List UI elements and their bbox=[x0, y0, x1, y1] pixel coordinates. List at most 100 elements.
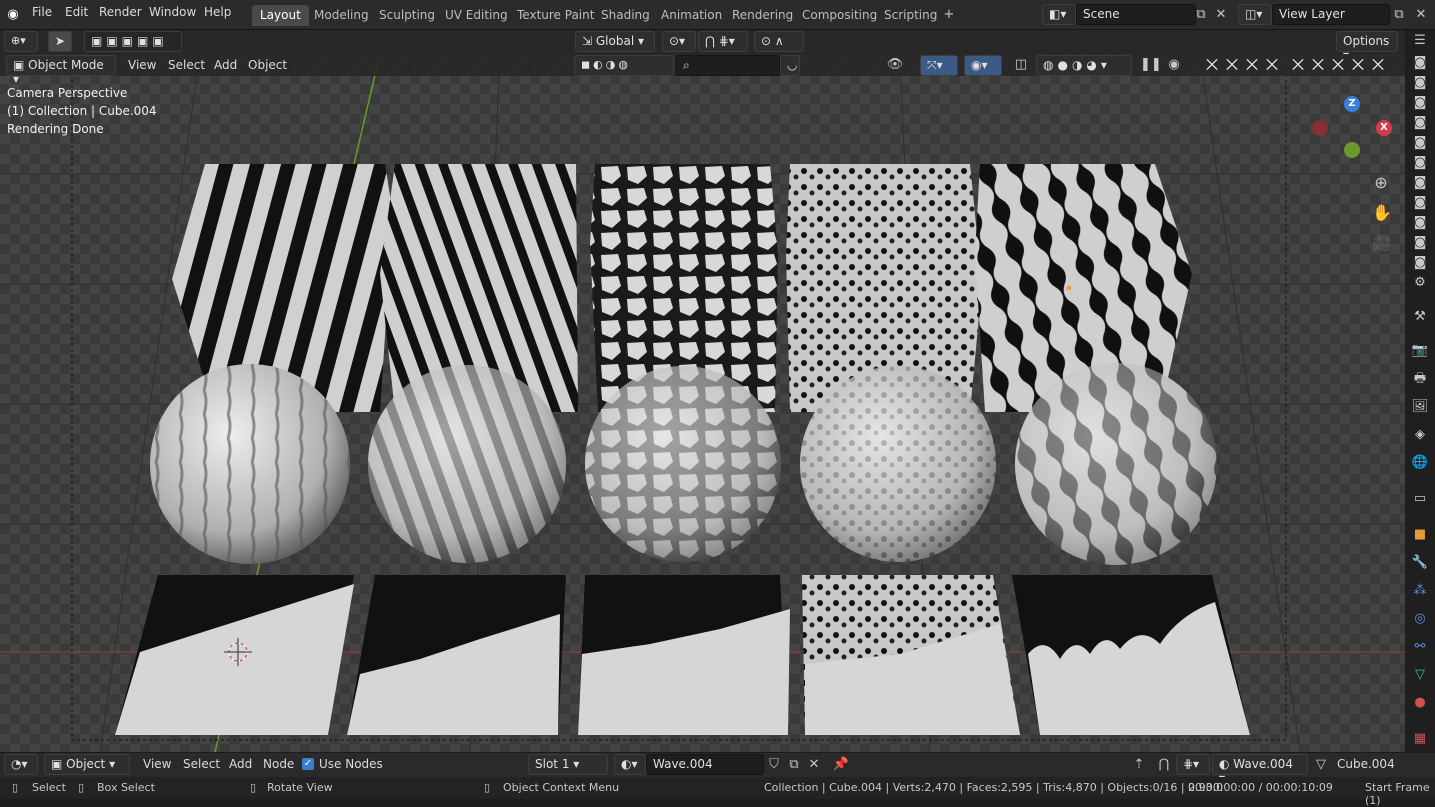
camera-restrict-icon[interactable]: ◙ bbox=[1411, 194, 1429, 212]
shading-mode-icons[interactable]: ◍●◑◕▾ bbox=[1036, 55, 1132, 76]
add-workspace-icon[interactable]: + bbox=[940, 6, 958, 24]
select-tool-icon[interactable]: ➤ bbox=[48, 31, 72, 52]
view-layer-field[interactable]: View Layer bbox=[1272, 4, 1390, 25]
modifier-properties-icon[interactable]: 🔧 bbox=[1411, 554, 1429, 572]
pause-render-icon[interactable]: ❚❚ bbox=[1140, 56, 1162, 74]
overlay-toggle-icon[interactable]: ◉▾ bbox=[964, 55, 1002, 76]
menu-edit[interactable]: Edit bbox=[65, 5, 88, 19]
pivot-point-icon[interactable]: ⊙▾ bbox=[662, 31, 696, 52]
tab-scripting[interactable]: Scripting bbox=[876, 5, 945, 26]
gizmo-neg-x-axis[interactable] bbox=[1312, 120, 1328, 136]
node-menu-add[interactable]: Add bbox=[229, 757, 252, 771]
scene-properties-icon[interactable]: ◈ bbox=[1411, 426, 1429, 444]
options-dropdown[interactable]: Options ▾ bbox=[1336, 31, 1398, 62]
particles-properties-icon[interactable]: ⁂ bbox=[1411, 582, 1429, 600]
restrict-view-icon[interactable]: ◉ bbox=[1165, 56, 1183, 74]
restrict-toggle-icon[interactable]: ⨉ bbox=[1312, 56, 1324, 74]
gizmo-z-axis[interactable]: Z bbox=[1344, 96, 1360, 112]
menu-help[interactable]: Help bbox=[204, 5, 231, 19]
scene-browse-icon[interactable]: ◧▾ bbox=[1042, 4, 1076, 25]
constraints-properties-icon[interactable]: ⚯ bbox=[1411, 638, 1429, 656]
restrict-toggle-icon[interactable]: ⨉ bbox=[1372, 56, 1384, 74]
tab-compositing[interactable]: Compositing bbox=[794, 5, 885, 26]
tab-shading[interactable]: Shading bbox=[593, 5, 658, 26]
viewport-search-input[interactable]: ⌕ bbox=[676, 55, 780, 76]
tab-animation[interactable]: Animation bbox=[653, 5, 730, 26]
view-layer-properties-icon[interactable]: 🖼 bbox=[1411, 398, 1429, 416]
output-properties-icon[interactable]: 🖶 bbox=[1411, 370, 1429, 388]
tab-sculpting[interactable]: Sculpting bbox=[371, 5, 443, 26]
tab-uv-editing[interactable]: UV Editing bbox=[437, 5, 516, 26]
texture-properties-icon[interactable]: ▦ bbox=[1411, 730, 1429, 748]
restrict-toggle-icon[interactable]: ⨉ bbox=[1332, 56, 1344, 74]
outliner-icon[interactable]: ☰ bbox=[1411, 32, 1429, 50]
viewport-menu-add[interactable]: Add bbox=[214, 58, 237, 72]
snap-target-icon[interactable]: ⋕▾ bbox=[1176, 754, 1210, 775]
camera-restrict-icon[interactable]: ◙ bbox=[1411, 54, 1429, 72]
gizmo-x-axis[interactable]: X bbox=[1376, 120, 1392, 136]
blender-logo-icon[interactable]: ◉ bbox=[4, 6, 22, 24]
camera-view-icon[interactable]: 🎥 bbox=[1372, 234, 1392, 252]
viewport-menu-object[interactable]: Object bbox=[248, 58, 287, 72]
tab-rendering[interactable]: Rendering bbox=[724, 5, 801, 26]
visibility-icon[interactable]: 👁 bbox=[886, 56, 904, 74]
camera-restrict-icon[interactable]: ◙ bbox=[1411, 74, 1429, 92]
object-properties-icon[interactable]: ■ bbox=[1411, 526, 1429, 544]
use-nodes-checkbox[interactable]: ✓ bbox=[302, 758, 314, 770]
restrict-toggle-icon[interactable]: ⨉ bbox=[1206, 56, 1218, 74]
xray-icon[interactable]: ◫ bbox=[1012, 56, 1030, 74]
new-scene-icon[interactable]: ⧉ bbox=[1192, 6, 1210, 24]
render-properties-icon[interactable]: 📷 bbox=[1411, 342, 1429, 360]
mode-select[interactable]: ▣ Object Mode ▾ bbox=[6, 55, 116, 86]
delete-view-layer-icon[interactable]: ✕ bbox=[1412, 6, 1430, 24]
menu-window[interactable]: Window bbox=[149, 5, 196, 19]
view-layer-browse-icon[interactable]: ◫▾ bbox=[1238, 4, 1272, 25]
unlink-material-icon[interactable]: ✕ bbox=[805, 756, 823, 774]
transform-orientation-select[interactable]: ⇲ Global ▾ bbox=[575, 31, 655, 52]
gizmo-y-axis[interactable] bbox=[1344, 142, 1360, 158]
collection-properties-icon[interactable]: ▭ bbox=[1411, 490, 1429, 508]
new-view-layer-icon[interactable]: ⧉ bbox=[1390, 6, 1408, 24]
viewport-search-options-icon[interactable]: ◡ bbox=[780, 55, 800, 76]
delete-scene-icon[interactable]: ✕ bbox=[1212, 6, 1230, 24]
camera-restrict-icon[interactable]: ◙ bbox=[1411, 154, 1429, 172]
restrict-toggle-icon[interactable]: ⨉ bbox=[1352, 56, 1364, 74]
tool-properties-icon[interactable]: ⚒ bbox=[1411, 308, 1429, 326]
material-name-field[interactable]: Wave.004 bbox=[646, 754, 764, 775]
node-editor-type-icon[interactable]: ◔▾ bbox=[4, 754, 38, 775]
gizmo-toggle-icon[interactable]: ⤧▾ bbox=[920, 55, 958, 76]
node-menu-select[interactable]: Select bbox=[183, 757, 220, 771]
camera-restrict-icon[interactable]: ◙ bbox=[1411, 134, 1429, 152]
menu-render[interactable]: Render bbox=[99, 5, 142, 19]
duplicate-material-icon[interactable]: ⧉ bbox=[785, 756, 803, 774]
camera-restrict-icon[interactable]: ◙ bbox=[1411, 254, 1429, 272]
restrict-toggle-icon[interactable]: ⨉ bbox=[1226, 56, 1238, 74]
pin-icon[interactable]: 📌 bbox=[832, 756, 850, 774]
world-properties-icon[interactable]: 🌐 bbox=[1411, 454, 1429, 472]
restrict-toggle-icon[interactable]: ⨉ bbox=[1292, 56, 1304, 74]
tab-layout[interactable]: Layout bbox=[252, 5, 309, 26]
zoom-icon[interactable]: ⊕ bbox=[1372, 174, 1390, 192]
tab-texture-paint[interactable]: Texture Paint bbox=[509, 5, 602, 26]
3d-viewport[interactable]: ▣ Object Mode ▾ View Select Add Object ◼… bbox=[0, 54, 1405, 752]
world-material-select[interactable]: ◐ Wave.004 ▾ bbox=[1212, 754, 1308, 785]
camera-restrict-icon[interactable]: ◙ bbox=[1411, 234, 1429, 252]
node-menu-view[interactable]: View bbox=[143, 757, 171, 771]
filter-icons[interactable]: ◼◐◑◍ bbox=[574, 55, 674, 76]
tab-modeling[interactable]: Modeling bbox=[306, 5, 377, 26]
proportional-edit-icon[interactable]: ⊙ ∧ bbox=[754, 31, 804, 52]
camera-restrict-icon[interactable]: ◙ bbox=[1411, 214, 1429, 232]
scene-name-field[interactable]: Scene bbox=[1076, 4, 1196, 25]
viewport-menu-view[interactable]: View bbox=[128, 58, 156, 72]
material-browse-icon[interactable]: ◐▾ bbox=[614, 754, 646, 775]
mesh-data-icon[interactable]: ▽ bbox=[1312, 756, 1330, 774]
material-properties-icon[interactable]: ● bbox=[1411, 694, 1429, 712]
material-slot-select[interactable]: Slot 1 ▾ bbox=[528, 754, 608, 775]
camera-restrict-icon[interactable]: ◙ bbox=[1411, 114, 1429, 132]
physics-properties-icon[interactable]: ◎ bbox=[1411, 610, 1429, 628]
viewport-menu-select[interactable]: Select bbox=[168, 58, 205, 72]
shader-type-select[interactable]: ▣ Object ▾ bbox=[44, 754, 130, 775]
pan-hand-icon[interactable]: ✋ bbox=[1372, 204, 1392, 222]
editor-type-icon[interactable]: ⊕▾ bbox=[4, 31, 38, 52]
fake-user-icon[interactable]: ⛉ bbox=[765, 756, 783, 774]
